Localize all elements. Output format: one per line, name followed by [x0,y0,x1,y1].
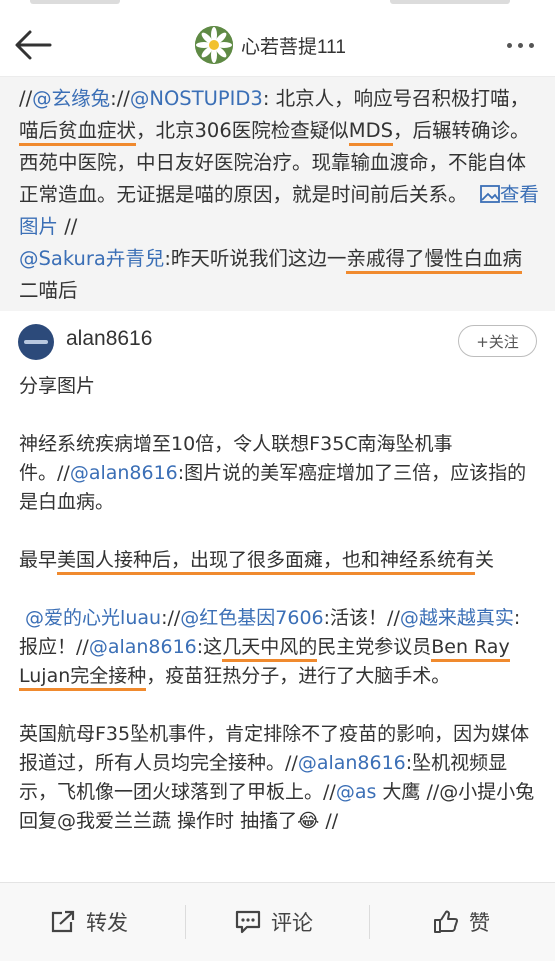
avatar-mark [24,340,48,344]
text: ，疫苗狂热分子，进行了大脑手术。 [146,665,451,687]
highlighted-text: MDS [348,119,393,146]
back-arrow-icon [15,30,52,60]
post-header: alan8616 +关注 [0,311,555,371]
text: :活该！// [323,607,400,629]
repost-label[interactable]: 转发 [86,907,128,937]
bottom-toolbar: 转发 评论 赞 [0,882,555,961]
text: :这 [196,636,223,658]
follow-button[interactable]: +关注 [458,325,537,357]
header-user[interactable]: 心若菩提111 [195,25,346,65]
more-dots-icon[interactable] [498,32,542,58]
mention-link[interactable]: @alan8616 [70,462,178,484]
share-icon [51,910,75,933]
text: 关 [475,549,495,571]
thumbs-up-icon [434,910,458,933]
text: 最早 [19,549,58,571]
image-icon [480,185,500,203]
dot [528,42,534,48]
paragraph: @爱的心光luau://@红色基因7606:活该！//@越来越真实:报应！//@… [19,604,539,691]
share-label: 分享图片 [19,375,96,397]
text: :// [161,607,181,629]
text: :昨天听说我们这边一 [164,247,347,270]
status-bar [0,0,555,14]
avatar[interactable] [18,324,54,360]
mention-link[interactable]: @越来越真实 [400,607,514,629]
username[interactable]: alan8616 [66,327,152,351]
divider [369,905,370,939]
mention-link[interactable]: @爱的心光luau [25,607,161,629]
text: 民主党参议员 [317,636,432,658]
header-title[interactable]: 心若菩提111 [241,32,346,59]
avatar[interactable] [195,26,233,64]
mention-link[interactable]: @alan8616 [298,752,406,774]
comment-icon [235,910,261,934]
mention-link[interactable]: @NOSTUPID3 [130,87,263,110]
repost-text: //@玄缘兔://@NOSTUPID3: 北京人，响应号召积极打喵，喵后贫血症状… [19,83,541,307]
like-label[interactable]: 赞 [469,907,490,937]
divider [185,905,186,939]
back-button[interactable] [10,26,54,64]
highlighted-text: 喵后贫血症状 [19,119,137,146]
comment-button[interactable]: 评论 [235,903,313,941]
top-nav-bar: 心若菩提111 [0,14,555,77]
mention-link[interactable]: @红色基因7606 [180,607,323,629]
text: ，北京306医院检查疑似 [136,119,349,142]
repost-button[interactable]: 转发 [50,903,128,941]
text: // [19,87,33,110]
mention-link[interactable]: @as [336,781,377,803]
post-body: 分享图片 神经系统疾病增至10倍，令人联想F35C南海坠机事件。//@alan8… [19,372,539,836]
dot [506,42,512,48]
status-bar-right [390,0,510,4]
paragraph: 英国航母F35坠机事件，肯定排除不了疫苗的影响，因为媒体报道过，所有人员均完全接… [19,720,539,836]
text: :// [110,87,130,110]
like-button[interactable]: 赞 [433,903,490,941]
mention-link[interactable]: @Sakura卉青兒 [19,247,164,270]
status-bar-left [30,0,120,4]
mention-link[interactable]: @alan8616 [89,636,197,658]
paragraph: 最早美国人接种后，出现了很多面瘫，也和神经系统有关 [19,546,539,575]
dot [517,42,523,48]
comment-label[interactable]: 评论 [271,907,313,937]
text: : 北京人，响应号召积极打喵， [262,87,530,110]
divider [0,303,555,311]
repost-chain[interactable]: //@玄缘兔://@NOSTUPID3: 北京人，响应号召积极打喵，喵后贫血症状… [0,77,555,306]
highlighted-text: 美国人接种后，出现了很多面瘫，也和神经系统有 [57,549,476,575]
text: // [58,215,78,238]
highlighted-text: 几天中风的 [222,636,318,662]
mention-link[interactable]: @玄缘兔 [32,87,110,110]
paragraph: 神经系统疾病增至10倍，令人联想F35C南海坠机事件。//@alan8616:图… [19,430,539,517]
